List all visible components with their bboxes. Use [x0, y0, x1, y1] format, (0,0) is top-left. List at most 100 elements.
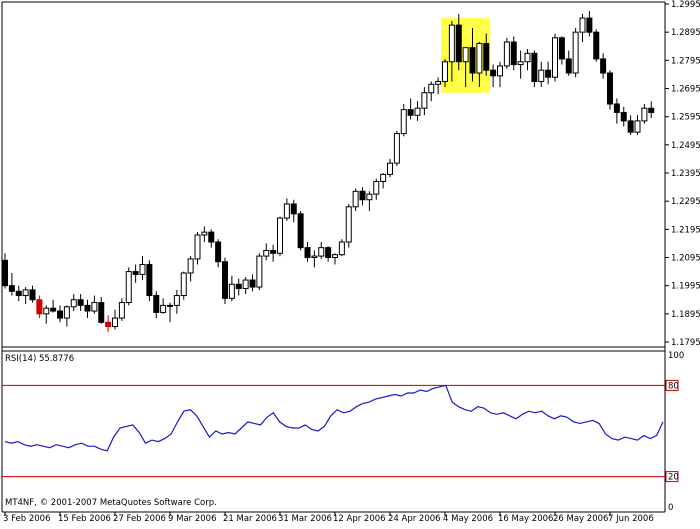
- candle-body: [29, 289, 36, 301]
- candle-body: [63, 306, 70, 319]
- candle-body: [98, 302, 105, 323]
- candle-body: [180, 272, 187, 297]
- candle: [531, 50, 538, 88]
- candle-body: [407, 109, 414, 116]
- candle-body: [497, 65, 503, 77]
- candle-body: [366, 193, 373, 201]
- candle-body: [380, 173, 387, 182]
- candle-body: [627, 120, 634, 133]
- candle-body: [15, 290, 22, 297]
- candle-body: [613, 103, 620, 113]
- rsi-tick-label: 80: [668, 381, 679, 391]
- candle-body: [290, 203, 297, 215]
- candle-body: [77, 299, 84, 306]
- candle-body: [277, 217, 283, 254]
- time-axis: 3 Feb 2006 15 Feb 2006 27 Feb 2006 9 Mar 20…: [3, 512, 654, 524]
- candle-body: [43, 307, 50, 315]
- candle-body: [565, 58, 572, 74]
- trading-chart: 1.2995 1.2895 1.2795 1.2695 1.2595 1.2495 1.23…: [0, 0, 700, 525]
- candle-body: [132, 271, 139, 275]
- candle-body: [325, 247, 332, 258]
- candle-body: [524, 52, 531, 63]
- candle: [503, 37, 510, 69]
- candle-body: [462, 47, 469, 63]
- candle: [297, 211, 304, 251]
- candle-body: [545, 69, 552, 78]
- candle-body: [517, 61, 524, 66]
- candle-body: [538, 69, 545, 82]
- candle-body: [359, 190, 366, 201]
- candle-body: [270, 249, 277, 254]
- candle: [552, 33, 558, 82]
- time-tick-label: 15 Feb 2006: [58, 514, 111, 524]
- candle-body: [235, 283, 242, 289]
- candle-body: [304, 247, 311, 258]
- candle-body: [338, 241, 345, 256]
- time-tick-label: 27 Feb 2006: [113, 514, 166, 524]
- candle-body: [194, 234, 201, 260]
- candle: [593, 29, 600, 62]
- candle-body: [503, 41, 510, 67]
- price-tick-label: 1.2895: [671, 28, 700, 38]
- rsi-indicator-label: RSI(14) 55.8776: [5, 354, 74, 364]
- price-tick-label: 1.1995: [671, 282, 700, 292]
- chart-background: [0, 0, 700, 525]
- candle: [345, 203, 352, 248]
- price-tick-label: 1.2995: [671, 0, 700, 10]
- candle: [338, 239, 345, 257]
- candle-body: [490, 69, 497, 77]
- price-tick-label: 1.2395: [671, 169, 700, 179]
- chart-canvas: 1.2995 1.2895 1.2795 1.2695 1.2595 1.2495 1.23…: [0, 0, 700, 525]
- candle-body: [648, 107, 655, 113]
- candle-body: [448, 24, 455, 63]
- candle-body: [2, 259, 8, 287]
- candle-body: [558, 37, 565, 60]
- candle: [180, 271, 187, 300]
- candle-body: [84, 304, 91, 312]
- candle: [572, 27, 579, 78]
- price-tick-label: 1.2195: [671, 225, 700, 235]
- candle-body: [442, 61, 448, 82]
- candle-body: [586, 17, 593, 33]
- candle-body: [579, 17, 586, 33]
- candle-body: [249, 279, 256, 288]
- candle-body: [112, 317, 118, 328]
- candle-body: [160, 304, 167, 313]
- candle: [607, 70, 613, 110]
- candle-body: [70, 299, 77, 308]
- candle-body: [125, 271, 132, 304]
- candle-body: [531, 52, 538, 82]
- candle-body: [469, 47, 476, 74]
- candle-body: [256, 255, 263, 288]
- candle-body: [572, 31, 579, 74]
- price-tick-label: 1.2095: [671, 254, 700, 264]
- candle-body: [50, 307, 57, 312]
- candle-body: [332, 254, 338, 259]
- candle-body: [201, 231, 208, 236]
- candle-body: [593, 31, 600, 60]
- candle-body: [318, 247, 325, 257]
- candle-body: [139, 264, 146, 275]
- candle-body: [476, 42, 483, 74]
- time-tick-label: 31 Mar 2006: [278, 514, 332, 524]
- candle-body: [455, 24, 462, 63]
- candle-body: [263, 249, 270, 257]
- candle-body: [641, 107, 648, 122]
- candle-body: [283, 203, 290, 219]
- candle-body: [634, 120, 641, 133]
- candle-body: [228, 283, 235, 299]
- rsi-tick-label: 0: [668, 503, 673, 513]
- time-tick-label: 26 May 2006: [553, 514, 608, 524]
- candle-body: [222, 261, 228, 299]
- candle: [146, 260, 153, 302]
- time-tick-label: 16 May 2006: [498, 514, 553, 524]
- candle-body: [8, 285, 15, 292]
- candle-body: [208, 231, 215, 243]
- copyright-text: MT4NF, © 2001-2007 MetaQuotes Software C…: [5, 498, 217, 508]
- time-tick-label: 12 Apr 2006: [333, 514, 386, 524]
- candle-body: [91, 302, 98, 312]
- time-tick-label: 21 Mar 2006: [223, 514, 277, 524]
- candle-body: [552, 37, 558, 78]
- candle-body: [146, 264, 153, 297]
- price-tick-label: 1.2595: [671, 113, 700, 123]
